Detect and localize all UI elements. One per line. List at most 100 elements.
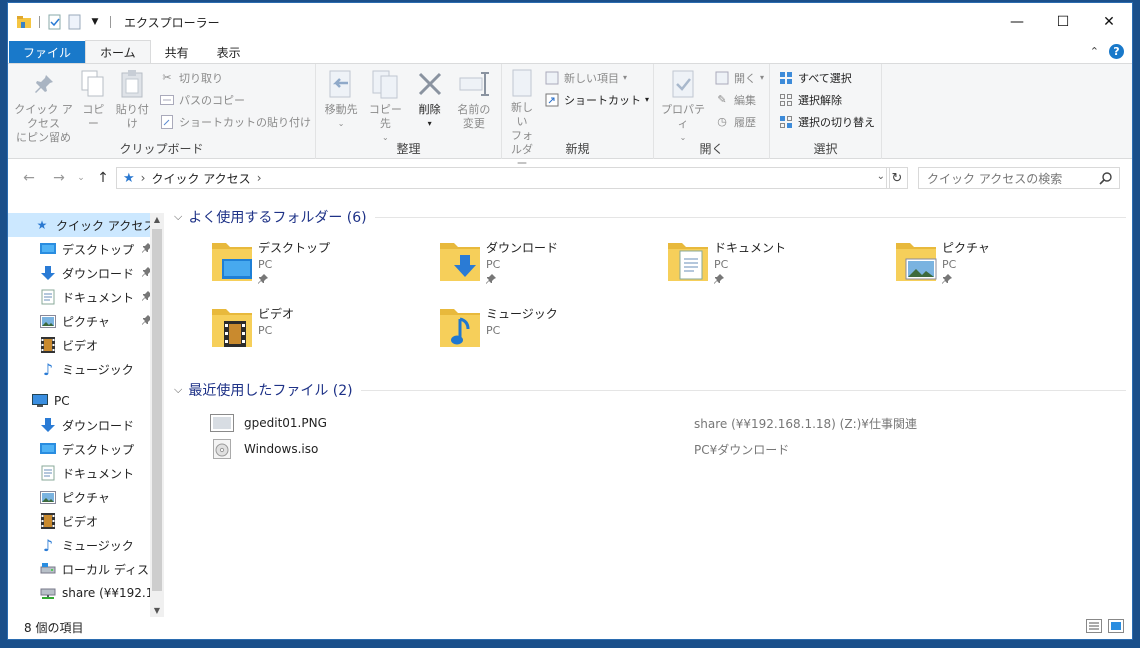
pin-icon[interactable] — [714, 273, 786, 287]
new-folder-big-icon — [506, 68, 538, 98]
large-icons-view-icon[interactable] — [1108, 619, 1124, 636]
frequent-folders-header[interactable]: ⌵ よく使用するフォルダー (6) — [174, 207, 1126, 227]
nav-scroll-thumb[interactable] — [152, 229, 162, 591]
folder-tile-videos[interactable]: ビデオ PC — [210, 303, 430, 361]
group-label-open: 開く — [699, 142, 724, 156]
document-icon — [40, 289, 56, 305]
invert-selection-icon — [778, 114, 794, 130]
back-arrow-icon[interactable]: ← — [18, 170, 40, 186]
music-note-icon: ♪ — [42, 535, 54, 555]
copy-label: コピー — [82, 103, 105, 130]
window-title: エクスプローラー — [124, 15, 220, 30]
folder-tile-documents[interactable]: ドキュメント PC — [666, 237, 886, 295]
nav-item-qa-music[interactable]: ♪ ミュージック — [8, 357, 164, 381]
folder-tile-desktop[interactable]: デスクトップ PC — [210, 237, 430, 295]
properties-icon[interactable] — [47, 14, 63, 30]
tab-view[interactable]: 表示 — [203, 41, 255, 63]
nav-item-local-disk[interactable]: ローカル ディスク (C — [8, 557, 164, 581]
nav-item-qa-desktop[interactable]: デスクトップ — [8, 237, 164, 261]
recent-file-row[interactable]: gpedit01.PNG share (¥¥192.168.1.18) (Z:)… — [208, 411, 1108, 435]
pin-icon[interactable] — [942, 273, 990, 287]
pin-icon[interactable] — [258, 273, 330, 287]
music-note-icon: ♪ — [42, 359, 54, 379]
expand-ribbon-icon[interactable]: ⌃ — [1090, 45, 1099, 58]
new-item-button[interactable]: 新しい項目 ▾ — [544, 68, 649, 87]
minimize-button[interactable]: — — [994, 3, 1040, 41]
new-folder-icon[interactable] — [67, 14, 83, 30]
details-view-icon[interactable] — [1086, 619, 1102, 636]
nav-item-qa-documents[interactable]: ドキュメント — [8, 285, 164, 309]
nav-item-qa-videos[interactable]: ビデオ — [8, 333, 164, 357]
pin-icon[interactable] — [486, 273, 558, 287]
paste-icon — [116, 68, 148, 100]
paste-shortcut-button[interactable]: ショートカットの貼り付け — [159, 112, 311, 131]
pin-label-1: クイック アクセス — [14, 103, 73, 130]
open-button[interactable]: 開く ▾ — [714, 68, 764, 87]
select-all-button[interactable]: すべて選択 — [778, 68, 875, 87]
nav-item-pc-downloads[interactable]: ダウンロード — [8, 413, 164, 437]
nav-item-pc-desktop[interactable]: デスクトップ — [8, 437, 164, 461]
tab-file[interactable]: ファイル — [9, 41, 86, 63]
pictures-folder-icon — [894, 237, 938, 283]
desktop-icon — [40, 441, 56, 457]
nav-item-quick-access[interactable]: ★ クイック アクセス — [8, 213, 164, 237]
address-dropdown-icon[interactable]: ⌄ — [877, 171, 885, 182]
group-open: プロパティ ⌄ 開く ▾ ✎ 編集 ◷ 履歴 開く — [654, 64, 770, 159]
video-film-icon — [40, 513, 56, 529]
tab-home[interactable]: ホーム — [85, 40, 151, 63]
edit-button[interactable]: ✎ 編集 — [714, 90, 764, 109]
maximize-button[interactable]: ☐ — [1040, 3, 1086, 41]
document-icon — [40, 465, 56, 481]
nav-item-pc[interactable]: PC — [8, 389, 164, 413]
folder-tile-music[interactable]: ミュージック PC — [438, 303, 658, 361]
select-none-button[interactable]: 選択解除 — [778, 90, 875, 109]
help-icon[interactable]: ? — [1109, 44, 1124, 59]
breadcrumb-quick-access[interactable]: クイック アクセス — [151, 170, 250, 187]
edit-pencil-icon: ✎ — [717, 93, 727, 106]
quick-access-star-icon: ★ — [36, 218, 48, 232]
nav-item-pc-videos[interactable]: ビデオ — [8, 509, 164, 533]
new-item-icon — [544, 70, 560, 86]
status-bar: 8 個の項目 — [8, 615, 1132, 639]
title-bar: ▼ エクスプローラー — ☐ ✕ — [8, 3, 1132, 41]
close-button[interactable]: ✕ — [1086, 3, 1132, 41]
recent-locations-icon[interactable]: ⌄ — [70, 173, 92, 183]
search-input[interactable]: クイック アクセスの検索 — [918, 167, 1120, 189]
copy-path-button[interactable]: パスのコピー — [159, 90, 311, 109]
scroll-down-icon[interactable]: ▼ — [150, 606, 164, 615]
history-button[interactable]: ◷ 履歴 — [714, 112, 764, 131]
folder-app-icon — [16, 14, 32, 30]
customize-qat-icon[interactable]: ▼ — [87, 14, 103, 30]
group-label-organize: 整理 — [396, 142, 421, 156]
cut-button[interactable]: ✂ 切り取り — [159, 68, 311, 87]
refresh-icon[interactable]: ↻ — [886, 167, 908, 189]
nav-item-pc-documents[interactable]: ドキュメント — [8, 461, 164, 485]
nav-scrollbar[interactable]: ▲ ▼ — [150, 213, 164, 617]
scroll-up-icon[interactable]: ▲ — [150, 215, 164, 224]
folder-tile-pictures[interactable]: ピクチャ PC — [894, 237, 1114, 295]
download-arrow-icon — [40, 265, 56, 281]
nav-item-pc-music[interactable]: ♪ ミュージック — [8, 533, 164, 557]
nav-item-network-share[interactable]: share (¥¥192.168 — [8, 581, 164, 605]
invert-selection-button[interactable]: 選択の切り替え — [778, 112, 875, 131]
group-select: すべて選択 選択解除 選択の切り替え 選択 — [770, 64, 882, 159]
tab-share[interactable]: 共有 — [151, 41, 203, 63]
image-file-icon — [210, 414, 234, 435]
paste-label: 貼り付け — [115, 103, 149, 130]
recent-files-header[interactable]: ⌵ 最近使用したファイル (2) — [174, 380, 1126, 400]
shortcut-button[interactable]: ショートカット ▾ — [544, 90, 649, 109]
content-pane: ⌵ よく使用するフォルダー (6) デスクトップ PC ダウンロード PC ドキ… — [168, 199, 1128, 619]
forward-arrow-icon[interactable]: → — [48, 170, 70, 186]
nav-item-qa-downloads[interactable]: ダウンロード — [8, 261, 164, 285]
delete-x-icon — [414, 68, 446, 100]
nav-item-pc-pictures[interactable]: ピクチャ — [8, 485, 164, 509]
item-count: 8 個の項目 — [24, 620, 84, 635]
nav-item-qa-pictures[interactable]: ピクチャ — [8, 309, 164, 333]
copy-icon — [77, 68, 109, 100]
folder-tile-downloads[interactable]: ダウンロード PC — [438, 237, 658, 295]
video-film-icon — [40, 337, 56, 353]
up-arrow-icon[interactable]: ↑ — [92, 170, 114, 186]
address-bar[interactable]: ★ › クイック アクセス › ⌄ — [116, 167, 890, 189]
picture-icon — [40, 489, 56, 505]
recent-file-row[interactable]: Windows.iso PC¥ダウンロード — [208, 437, 1108, 461]
